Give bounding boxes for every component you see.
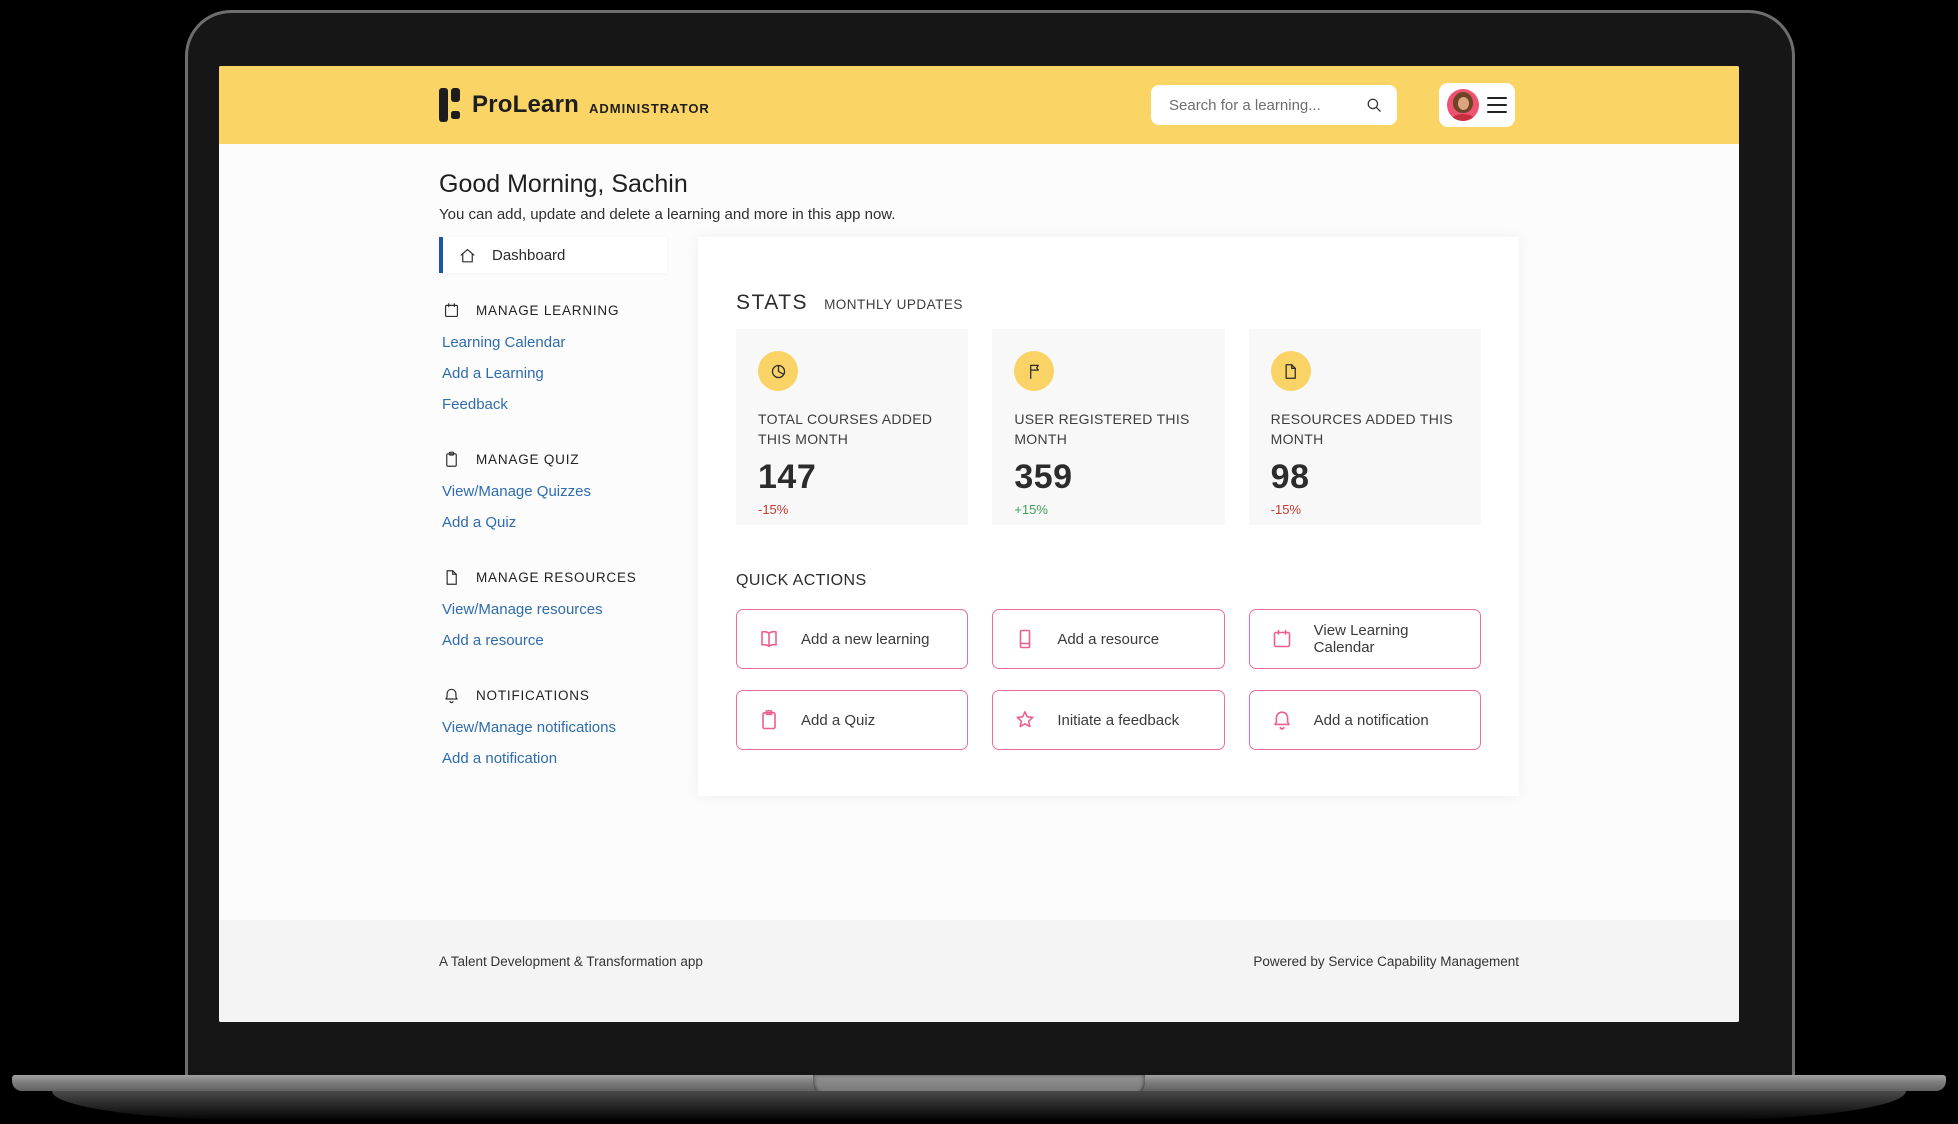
sidebar-section-header: MANAGE LEARNING <box>439 301 667 320</box>
search-input[interactable] <box>1167 95 1365 115</box>
stat-label: USER REGISTERED THIS MONTH <box>1014 411 1190 448</box>
app-footer: A Talent Development & Transformation ap… <box>219 920 1739 1022</box>
stat-label: TOTAL COURSES ADDED THIS MONTH <box>758 411 933 448</box>
add-notification-button[interactable]: Add a notification <box>1248 690 1481 750</box>
quick-action-label: Initiate a feedback <box>1057 711 1180 729</box>
initiate-feedback-button[interactable]: Initiate a feedback <box>992 690 1225 750</box>
stats-title: STATS <box>736 291 809 314</box>
stat-card-users-registered: USER REGISTERED THIS MONTH 359 +15% <box>992 329 1225 525</box>
sidebar-link-view-manage-quizzes[interactable]: View/Manage Quizzes <box>439 482 667 501</box>
sidebar-link-add-a-quiz[interactable]: Add a Quiz <box>439 513 667 532</box>
sidebar-item-label: Dashboard <box>492 246 566 264</box>
sidebar-section-header: NOTIFICATIONS <box>439 686 667 705</box>
page-subtitle: You can add, update and delete a learnin… <box>439 206 896 223</box>
stat-value: 98 <box>1270 457 1310 496</box>
bell-icon <box>442 686 461 705</box>
sidebar-item-dashboard[interactable]: Dashboard <box>439 237 667 273</box>
pie-chart-icon <box>758 351 798 391</box>
header-right <box>1151 83 1515 127</box>
laptop-screen: ProLearn ADMINISTRATOR Search for a lear… <box>219 66 1739 1022</box>
bell-icon <box>1270 708 1294 732</box>
calendar-icon <box>1270 627 1294 651</box>
avatar[interactable] <box>1447 89 1479 121</box>
sidebar-link-add-a-learning[interactable]: Add a Learning <box>439 364 667 383</box>
quick-action-label: Add a notification <box>1313 711 1429 729</box>
quick-action-label: Add a resource <box>1057 630 1160 648</box>
stat-delta: -15% <box>1270 501 1302 517</box>
sidebar-link-view-manage-notifications[interactable]: View/Manage notifications <box>439 718 667 737</box>
stat-card-total-courses: TOTAL COURSES ADDED THIS MONTH 147 -15% <box>736 329 969 525</box>
sidebar-link-view-manage-resources[interactable]: View/Manage resources <box>439 600 667 619</box>
stat-delta: +15% <box>1014 501 1048 517</box>
star-icon <box>1013 708 1037 732</box>
sidebar-section-title: MANAGE QUIZ <box>476 452 580 467</box>
sidebar-link-add-a-notification[interactable]: Add a notification <box>439 749 667 768</box>
calendar-icon <box>442 301 461 320</box>
brand-role-label: ADMINISTRATOR <box>588 100 710 116</box>
stat-label: RESOURCES ADDED THIS MONTH <box>1270 411 1453 448</box>
book-icon <box>1013 627 1037 651</box>
sidebar-link-feedback[interactable]: Feedback <box>439 395 667 414</box>
quick-actions-title: QUICK ACTIONS <box>736 572 867 589</box>
stats-subtitle: MONTHLY UPDATES <box>824 297 963 312</box>
stat-card-resources-added: RESOURCES ADDED THIS MONTH 98 -15% <box>1248 329 1481 525</box>
sidebar-section-manage-quiz: MANAGE QUIZ View/Manage Quizzes Add a Qu… <box>439 450 667 532</box>
sidebar-section-manage-resources: MANAGE RESOURCES View/Manage resources A… <box>439 568 667 650</box>
sidebar-section-title: MANAGE RESOURCES <box>476 570 637 585</box>
clipboard-icon <box>442 450 461 469</box>
sidebar-section-header: MANAGE RESOURCES <box>439 568 667 587</box>
stat-value: 147 <box>758 457 817 496</box>
footer-left-text: A Talent Development & Transformation ap… <box>439 954 703 969</box>
sidebar-section-manage-learning: MANAGE LEARNING Learning Calendar Add a … <box>439 301 667 414</box>
laptop-base-shadow <box>52 1091 1906 1121</box>
document-icon <box>1270 351 1311 391</box>
main-area: Good Morning, Sachin You can add, update… <box>219 144 1739 920</box>
stats-header: STATS MONTHLY UPDATES <box>736 289 1481 319</box>
footer-right-text: Powered by Service Capability Management <box>1253 954 1519 969</box>
sidebar: Dashboard MANAGE LEARNING Learning Calen… <box>439 237 667 768</box>
home-icon <box>458 246 477 265</box>
add-quiz-button[interactable]: Add a Quiz <box>736 690 969 750</box>
quick-action-label: Add a new learning <box>801 630 930 648</box>
prolearn-logo-icon <box>439 88 460 122</box>
add-resource-button[interactable]: Add a resource <box>992 609 1225 669</box>
clipboard-icon <box>757 708 781 732</box>
sidebar-section-header: MANAGE QUIZ <box>439 450 667 469</box>
quick-action-label: Add a Quiz <box>801 711 876 729</box>
document-icon <box>442 568 461 587</box>
sidebar-section-title: MANAGE LEARNING <box>476 303 620 318</box>
stat-delta: -15% <box>758 501 789 517</box>
app-header: ProLearn ADMINISTRATOR <box>219 66 1739 144</box>
book-open-icon <box>757 627 781 651</box>
sidebar-section-title: NOTIFICATIONS <box>476 688 590 703</box>
search-icon[interactable] <box>1365 96 1383 114</box>
add-new-learning-button[interactable]: Add a new learning <box>736 609 969 669</box>
laptop-bezel: ProLearn ADMINISTRATOR Search for a lear… <box>185 10 1795 1075</box>
stat-value: 359 <box>1014 457 1073 496</box>
quick-actions: Add a new learning Add a resource View L… <box>736 609 1481 750</box>
search-box[interactable] <box>1151 85 1397 125</box>
user-menu[interactable] <box>1439 83 1515 127</box>
sidebar-section-notifications: NOTIFICATIONS View/Manage notifications … <box>439 686 667 768</box>
hamburger-menu-icon[interactable] <box>1487 96 1507 114</box>
brand-name: ProLearn <box>472 91 579 118</box>
flag-icon <box>1014 351 1055 391</box>
page-title: Good Morning, Sachin <box>439 170 688 198</box>
brand: ProLearn ADMINISTRATOR <box>439 88 710 122</box>
stat-cards: TOTAL COURSES ADDED THIS MONTH 147 -15% … <box>736 329 1481 525</box>
view-learning-calendar-button[interactable]: View Learning Calendar <box>1248 609 1481 669</box>
quick-action-label: View Learning Calendar <box>1313 622 1409 656</box>
sidebar-link-learning-calendar[interactable]: Learning Calendar <box>439 333 667 352</box>
dashboard-panel: STATS MONTHLY UPDATES TOTAL COURSES ADDE… <box>698 237 1519 796</box>
sidebar-link-add-a-resource[interactable]: Add a resource <box>439 631 667 650</box>
